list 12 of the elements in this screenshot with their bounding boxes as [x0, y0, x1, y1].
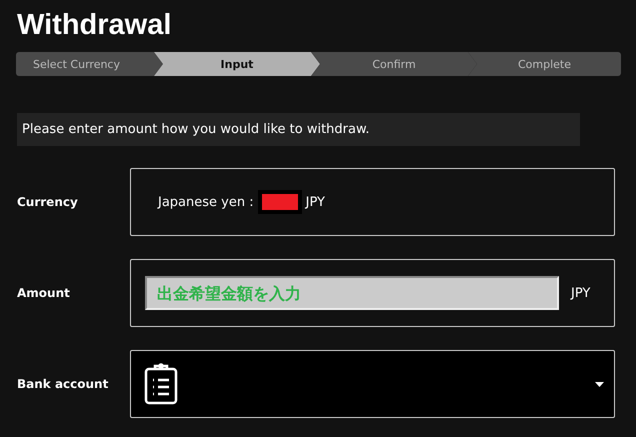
instruction-message: Please enter amount how you would like to withdraw.	[17, 113, 580, 146]
page-title: Withdrawal	[17, 8, 172, 43]
currency-unit: JPY	[571, 286, 590, 300]
field-label: Bank account	[16, 377, 110, 391]
currency-value: Japanese yen :	[158, 194, 254, 210]
clipboard-icon	[144, 363, 178, 405]
amount-field[interactable]: 出金希望金額を入力	[145, 276, 559, 310]
field-label: Currency	[16, 195, 79, 209]
field-label: Amount	[16, 286, 71, 300]
currency-unit: JPY	[306, 194, 325, 210]
bank-account-dropdown[interactable]	[130, 350, 615, 418]
caret-icon	[595, 382, 604, 386]
